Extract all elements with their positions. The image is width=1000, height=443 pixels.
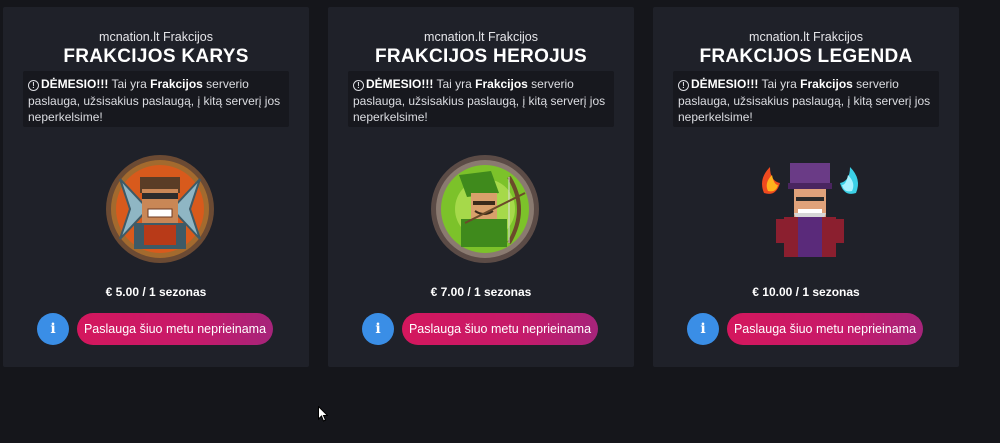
product-price: € 7.00 / 1 sezonas <box>430 285 532 299</box>
info-button[interactable]: i <box>37 313 69 345</box>
mouse-cursor-icon <box>318 406 328 422</box>
product-title: FRAKCIJOS LEGENDA <box>699 46 913 67</box>
notice-highlight: Frakcijos <box>475 77 528 91</box>
warning-notice: ! DĖMESIO!!! Tai yra Frakcijos serverio p… <box>348 71 614 127</box>
notice-label: DĖMESIO!!! <box>366 77 434 91</box>
notice-label: DĖMESIO!!! <box>41 77 109 91</box>
exclamation-circle-icon: ! <box>28 80 39 91</box>
warning-notice: ! DĖMESIO!!! Tai yra Frakcijos serverio p… <box>673 71 939 127</box>
archer-avatar-icon <box>431 155 539 263</box>
info-button[interactable]: i <box>362 313 394 345</box>
server-name: mcnation.lt Frakcijos <box>99 30 213 44</box>
exclamation-circle-icon: ! <box>353 80 364 91</box>
notice-text-before: Tai yra <box>433 77 476 91</box>
product-title: FRAKCIJOS KARYS <box>63 46 249 67</box>
product-card-legenda: mcnation.lt Frakcijos FRAKCIJOS LEGENDA … <box>653 7 959 367</box>
product-title: FRAKCIJOS HEROJUS <box>374 46 588 67</box>
info-button[interactable]: i <box>687 313 719 345</box>
notice-text-before: Tai yra <box>108 77 151 91</box>
notice-text-before: Tai yra <box>758 77 801 91</box>
product-list: mcnation.lt Frakcijos FRAKCIJOS KARYS ! D… <box>0 0 1000 443</box>
server-name: mcnation.lt Frakcijos <box>749 30 863 44</box>
unavailable-button[interactable]: Paslauga šiuo metu neprieinama <box>727 313 923 345</box>
product-card-karys: mcnation.lt Frakcijos FRAKCIJOS KARYS ! D… <box>3 7 309 367</box>
notice-label: DĖMESIO!!! <box>691 77 759 91</box>
notice-highlight: Frakcijos <box>800 77 853 91</box>
product-price: € 5.00 / 1 sezonas <box>105 285 207 299</box>
exclamation-circle-icon: ! <box>678 80 689 91</box>
warrior-avatar-icon <box>106 155 214 263</box>
notice-highlight: Frakcijos <box>150 77 203 91</box>
product-price: € 10.00 / 1 sezonas <box>752 285 860 299</box>
warning-notice: ! DĖMESIO!!! Tai yra Frakcijos serverio p… <box>23 71 289 127</box>
unavailable-button[interactable]: Paslauga šiuo metu neprieinama <box>402 313 598 345</box>
unavailable-button[interactable]: Paslauga šiuo metu neprieinama <box>77 313 273 345</box>
product-card-herojus: mcnation.lt Frakcijos FRAKCIJOS HEROJUS … <box>328 7 634 367</box>
server-name: mcnation.lt Frakcijos <box>424 30 538 44</box>
wizard-avatar-icon <box>762 163 858 257</box>
